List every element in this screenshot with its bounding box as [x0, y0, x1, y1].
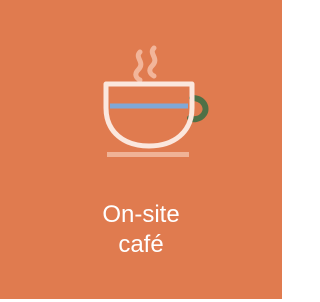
tile-label-line-2: café	[118, 231, 164, 258]
steam-icon-2	[147, 45, 158, 79]
saucer	[107, 152, 189, 157]
steam-icon	[133, 49, 144, 83]
cup-body	[103, 81, 195, 149]
feature-tile-on-site-cafe[interactable]: On-site café	[0, 0, 285, 302]
coffee-cup-icon	[103, 45, 209, 157]
tile-label: On-site café	[0, 200, 282, 260]
tile-label-line-1: On-site	[102, 201, 180, 228]
